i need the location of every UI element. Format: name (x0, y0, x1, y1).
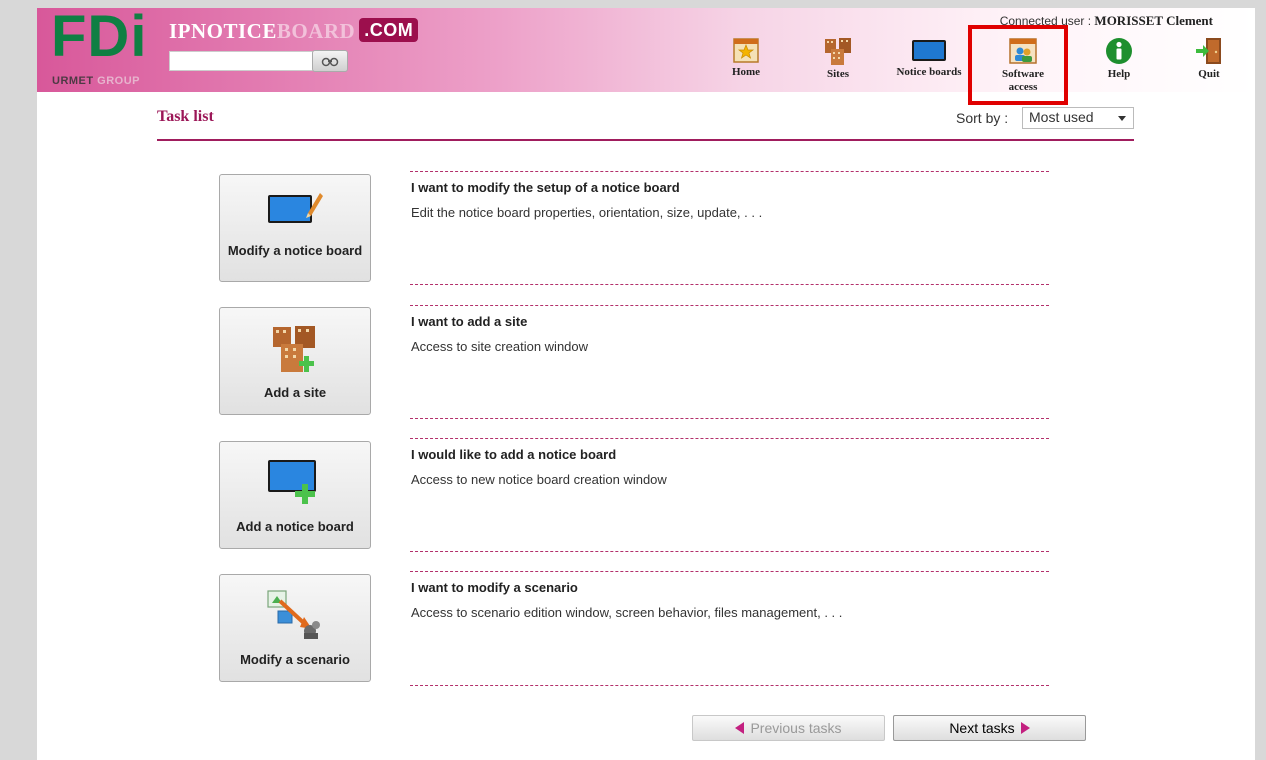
nav-quit-label: Quit (1198, 68, 1220, 80)
brand-title: IPNOTICEBOARD .COM (169, 18, 419, 44)
logo-fdi: FDi (51, 4, 148, 69)
brand-com-badge: .COM (359, 18, 419, 42)
next-tasks-button[interactable]: Next tasks (893, 715, 1086, 741)
nav-sites-label: Sites (827, 68, 849, 80)
title-divider (157, 139, 1134, 141)
exit-door-icon (1196, 38, 1221, 64)
task-heading: I want to modify a scenario (411, 580, 578, 595)
previous-tasks-button[interactable]: Previous tasks (692, 715, 885, 741)
modify-scenario-label: Modify a scenario (240, 652, 350, 667)
task-divider (410, 305, 1049, 306)
info-icon (1106, 38, 1132, 64)
home-star-icon (733, 38, 759, 63)
arrow-right-icon (1020, 722, 1030, 734)
nav-home-label: Home (731, 66, 761, 78)
brand-part-b: BOARD (276, 19, 356, 43)
connected-user-name: MORISSET Clement (1094, 13, 1213, 28)
modify-notice-board-label: Modify a notice board (227, 243, 363, 258)
task-divider (410, 171, 1049, 172)
page: FDi URMET GROUP IPNOTICEBOARD .COM Connec… (37, 8, 1255, 760)
nav-notice-boards-label: Notice boards (896, 66, 962, 78)
add-notice-board-button[interactable]: Add a notice board (219, 441, 371, 549)
task-divider (410, 685, 1049, 686)
chevron-down-icon (1118, 116, 1126, 121)
task-divider (410, 284, 1049, 285)
next-tasks-label: Next tasks (949, 720, 1015, 736)
sort-dropdown[interactable]: Most used (1022, 107, 1134, 129)
brand-part-a: IPNOTICE (169, 19, 277, 43)
nav-notice-boards[interactable]: Notice boards (888, 36, 970, 78)
search-button[interactable] (312, 50, 348, 72)
task-heading: I would like to add a notice board (411, 447, 617, 462)
logo-urmet: URMET GROUP (52, 75, 140, 87)
header-bar: FDi URMET GROUP IPNOTICEBOARD .COM Connec… (37, 4, 1255, 93)
previous-tasks-label: Previous tasks (750, 720, 842, 736)
add-buildings-icon (273, 326, 315, 372)
add-site-label: Add a site (263, 385, 327, 400)
task-divider (410, 438, 1049, 439)
task-description: Edit the notice board properties, orient… (411, 205, 763, 220)
task-description: Access to new notice board creation wind… (411, 472, 667, 487)
add-site-button[interactable]: Add a site (219, 307, 371, 415)
modify-notice-board-button[interactable]: Modify a notice board (219, 174, 371, 282)
task-divider (410, 551, 1049, 552)
sort-value: Most used (1029, 109, 1094, 125)
nav-quit[interactable]: Quit (1188, 36, 1230, 80)
logo-group-text: GROUP (97, 75, 141, 87)
task-description: Access to site creation window (411, 339, 589, 354)
add-screen-icon (268, 460, 316, 504)
nav-help[interactable]: Help (1098, 36, 1140, 80)
software-access-highlight-box (968, 25, 1068, 105)
task-divider (410, 571, 1049, 572)
task-description: Access to scenario edition window, scree… (411, 605, 843, 620)
logo-urmet-text: URMET (52, 75, 94, 87)
screen-edit-icon (268, 193, 323, 223)
task-divider (410, 418, 1049, 419)
nav-home[interactable]: Home (725, 36, 767, 78)
add-notice-board-label: Add a notice board (236, 519, 354, 534)
nav-sites[interactable]: Sites (817, 36, 859, 80)
page-title: Task list (157, 108, 214, 125)
search-binoculars-icon (321, 57, 339, 67)
task-heading: I want to add a site (411, 314, 528, 329)
modify-scenario-button[interactable]: Modify a scenario (219, 574, 371, 682)
nav-help-label: Help (1107, 68, 1131, 80)
screen-icon (912, 40, 946, 61)
task-heading: I want to modify the setup of a notice b… (411, 180, 680, 195)
arrow-left-icon (735, 722, 745, 734)
search-input[interactable] (169, 51, 317, 71)
sort-label: Sort by : (956, 110, 1009, 126)
buildings-icon (825, 38, 851, 65)
scenario-icon (267, 590, 320, 639)
